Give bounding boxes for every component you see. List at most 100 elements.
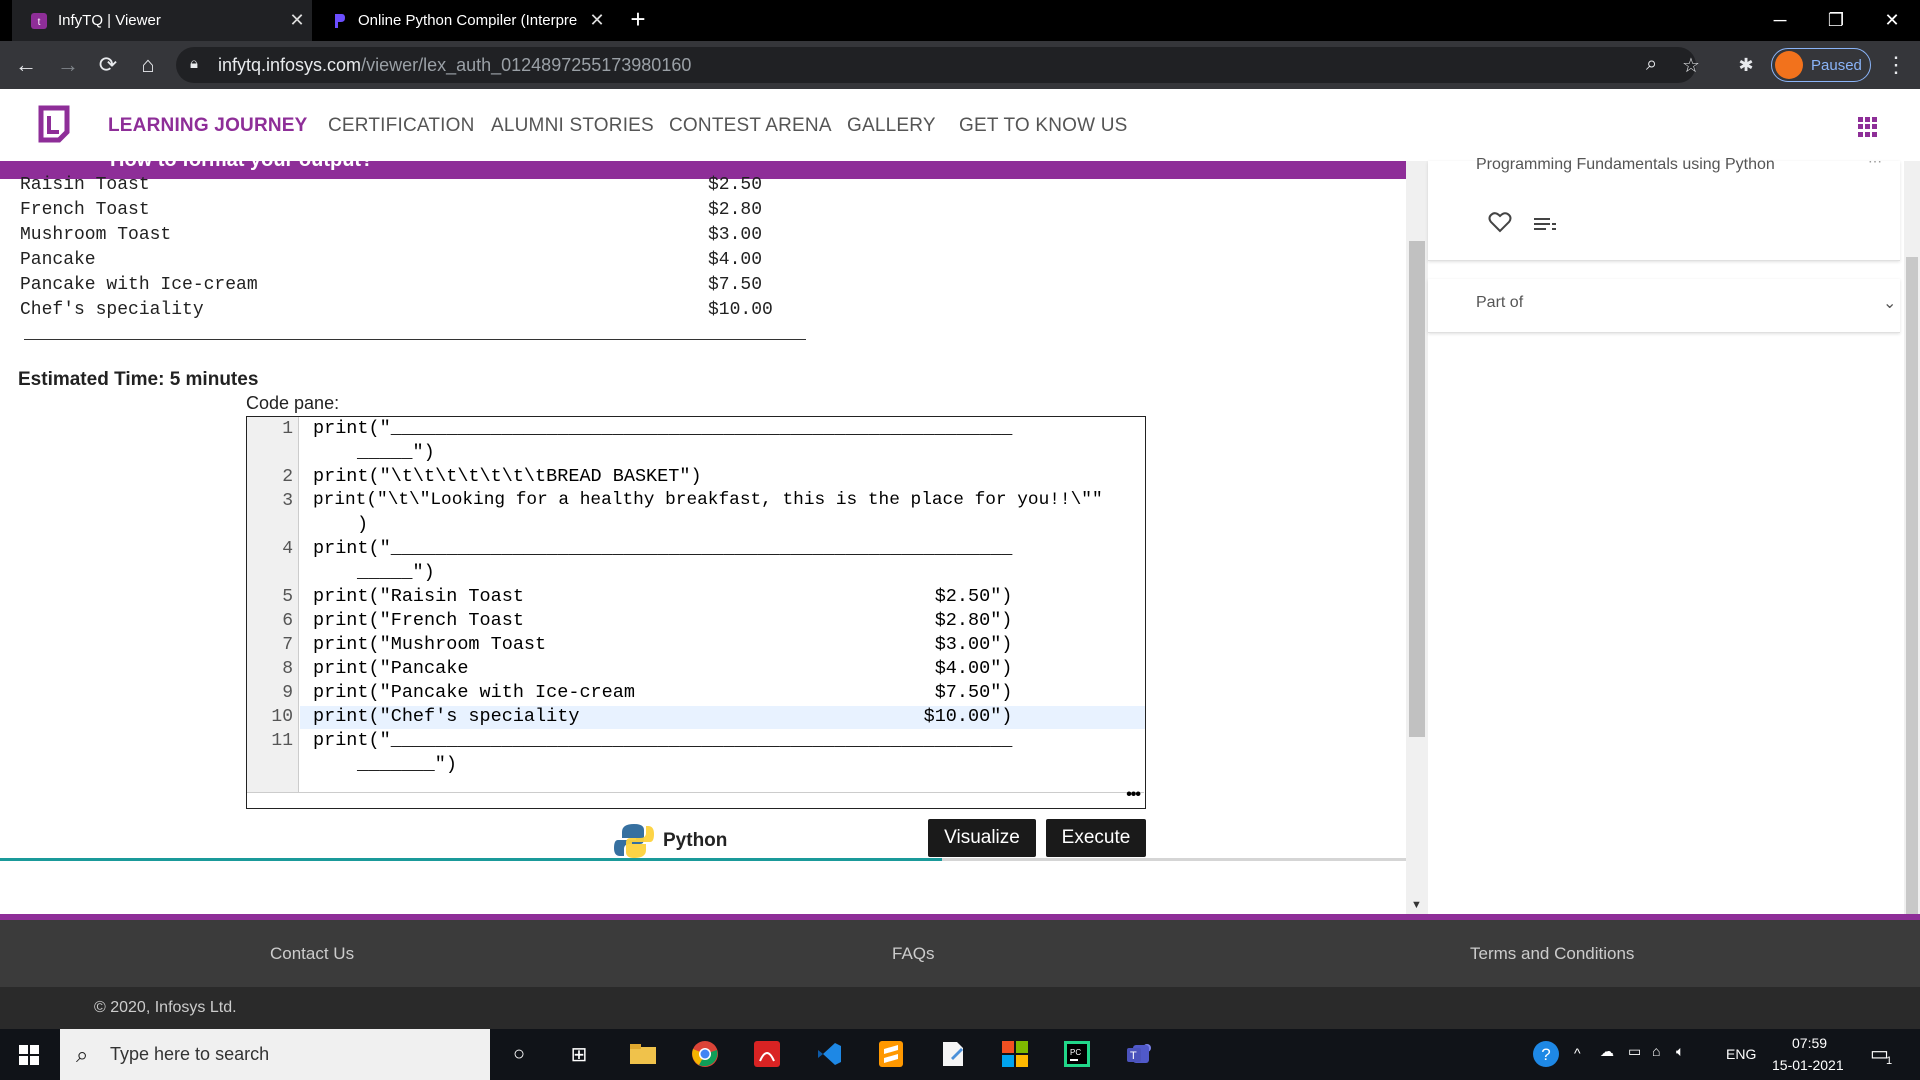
sublime-icon[interactable]	[874, 1037, 908, 1071]
url-bar[interactable]: 🔒︎ infytq.infosys.com/viewer/lex_auth_01…	[176, 47, 1700, 83]
code-line-wrap[interactable]: _____")	[357, 562, 435, 583]
menu-price: $4.00	[708, 250, 763, 270]
minimize-icon[interactable]: ─	[1752, 0, 1808, 41]
windows-start-icon[interactable]	[0, 1029, 58, 1080]
restore-icon[interactable]: ❐	[1808, 0, 1864, 41]
nav-gallery[interactable]: GALLERY	[847, 115, 936, 137]
lock-icon: 🔒︎	[190, 55, 198, 72]
code-line[interactable]: print("Mushroom Toast $3.00")	[313, 634, 1012, 655]
editor-status-bar: •••	[247, 786, 1144, 808]
close-window-icon[interactable]: ✕	[1864, 0, 1920, 41]
close-tab-icon[interactable]: ✕	[282, 10, 312, 31]
reload-icon[interactable]: ⟳	[92, 49, 124, 81]
scroll-down-icon[interactable]: ▼	[1411, 899, 1422, 911]
page-scrollbar[interactable]	[1904, 161, 1920, 924]
more-options-icon[interactable]: •••	[1126, 786, 1141, 804]
progress-bar	[0, 858, 1406, 861]
apps-grid-icon[interactable]	[1858, 117, 1878, 137]
teams-icon[interactable]: T	[1122, 1037, 1156, 1071]
visualize-button[interactable]: Visualize	[928, 819, 1036, 857]
content-viewer: How to format your output? Raisin Toast …	[0, 161, 1406, 861]
more-icon[interactable]: ⋯	[1868, 153, 1882, 170]
nav-alumni-stories[interactable]: ALUMNI STORIES	[491, 115, 654, 137]
wifi-icon[interactable]: ⌂	[1652, 1043, 1660, 1059]
part-of-card[interactable]: Part of ⌄	[1428, 279, 1900, 333]
show-hidden-icons-icon[interactable]: ^	[1574, 1045, 1581, 1061]
line-number: 3	[282, 491, 293, 511]
code-line[interactable]: print("Raisin Toast $2.50")	[313, 586, 1012, 607]
terms-link[interactable]: Terms and Conditions	[1470, 944, 1634, 964]
clock-time[interactable]: 07:59	[1792, 1035, 1827, 1051]
line-number: 8	[282, 659, 293, 679]
svg-text:PC: PC	[1070, 1048, 1081, 1057]
document-editor-icon[interactable]	[936, 1037, 970, 1071]
forward-icon[interactable]: →	[52, 49, 84, 81]
menu-item: Pancake with Ice-cream	[20, 275, 258, 295]
heart-icon[interactable]	[1488, 211, 1512, 238]
cortana-icon[interactable]: ○	[502, 1037, 536, 1071]
code-line[interactable]: print("_________________________________…	[313, 418, 1012, 439]
windows-store-icon[interactable]	[998, 1037, 1032, 1071]
profile-button[interactable]: Paused	[1771, 48, 1871, 82]
nav-contest-arena[interactable]: CONTEST ARENA	[669, 115, 832, 137]
back-icon[interactable]: ←	[10, 49, 42, 81]
execute-button[interactable]: Execute	[1046, 819, 1146, 857]
code-line-wrap[interactable]: _______")	[357, 754, 457, 775]
infytq-logo[interactable]	[33, 102, 75, 144]
search-placeholder: Type here to search	[110, 1044, 270, 1064]
code-line[interactable]: print("_________________________________…	[313, 538, 1012, 559]
menu-price: $2.80	[708, 200, 763, 220]
nav-learning-journey[interactable]: LEARNING JOURNEY	[108, 115, 308, 137]
chrome-icon[interactable]	[688, 1037, 722, 1071]
profile-status: Paused	[1811, 56, 1862, 74]
code-line[interactable]: print("Pancake with Ice-cream $7.50")	[313, 682, 1012, 703]
code-line[interactable]: print("Chef's speciality $10.00")	[313, 706, 1012, 727]
course-name[interactable]: Programming Fundamentals using Python	[1476, 156, 1775, 174]
tab-python-compiler[interactable]: Online Python Compiler (Interpre ✕	[312, 0, 612, 41]
faqs-link[interactable]: FAQs	[892, 944, 935, 964]
bookmark-star-icon[interactable]: ☆	[1682, 53, 1700, 78]
code-line-wrap[interactable]: _____")	[357, 442, 435, 463]
extensions-puzzle-icon[interactable]: ✱	[1730, 49, 1762, 81]
close-tab-icon[interactable]: ✕	[582, 10, 612, 31]
part-of-label: Part of	[1476, 294, 1524, 311]
home-icon[interactable]: ⌂	[132, 49, 164, 81]
network-cloud-icon[interactable]: ☁	[1600, 1043, 1614, 1060]
code-line[interactable]: print("Pancake $4.00")	[313, 658, 1012, 679]
code-line[interactable]: print("French Toast $2.80")	[313, 610, 1012, 631]
copyright-bar: © 2020, Infosys Ltd.	[0, 987, 1920, 1029]
vscode-icon[interactable]	[812, 1037, 846, 1071]
file-explorer-icon[interactable]	[626, 1037, 660, 1071]
chevron-down-icon[interactable]: ⌄	[1883, 293, 1896, 313]
acrobat-icon[interactable]	[750, 1037, 784, 1071]
content-scrollbar[interactable]: ▼	[1406, 161, 1428, 924]
code-line[interactable]: print("_________________________________…	[313, 730, 1012, 751]
code-line[interactable]: print("\t\"Looking for a healthy breakfa…	[313, 490, 1103, 510]
nav-get-to-know-us[interactable]: GET TO KNOW US	[959, 115, 1128, 137]
line-number: 11	[271, 731, 293, 751]
page-scrollbar-thumb[interactable]	[1906, 257, 1918, 924]
language-indicator[interactable]: ENG	[1726, 1046, 1756, 1062]
pycharm-icon[interactable]: PC	[1060, 1037, 1094, 1071]
nav-certification[interactable]: CERTIFICATION	[328, 115, 475, 137]
new-tab-icon[interactable]: +	[624, 6, 652, 34]
tab-infytq-viewer[interactable]: t InfyTQ | Viewer ✕	[12, 0, 312, 41]
browser-menu-icon[interactable]: ⋮	[1880, 49, 1912, 81]
battery-icon[interactable]: ▭	[1628, 1043, 1641, 1060]
infytq-favicon-icon: t	[30, 12, 48, 30]
help-icon[interactable]: ?	[1532, 1040, 1560, 1071]
volume-icon[interactable]: 🔈︎	[1676, 1043, 1684, 1060]
code-line-wrap[interactable]: )	[357, 514, 368, 535]
line-number: 1	[282, 419, 293, 439]
menu-price: $3.00	[708, 225, 763, 245]
scrollbar-thumb[interactable]	[1409, 241, 1425, 737]
code-editor[interactable]: 1 print("_______________________________…	[246, 416, 1146, 809]
taskbar-search[interactable]: ⌕ Type here to search	[60, 1029, 490, 1080]
clock-date[interactable]: 15-01-2021	[1772, 1057, 1844, 1073]
playlist-icon[interactable]	[1534, 217, 1556, 236]
contact-us-link[interactable]: Contact Us	[270, 944, 354, 964]
code-line[interactable]: print("\t\t\t\t\t\t\tBREAD BASKET")	[313, 466, 702, 487]
task-view-icon[interactable]: ⊞	[562, 1037, 596, 1071]
tab-title: Online Python Compiler (Interpre	[358, 12, 578, 29]
zoom-icon[interactable]: ⌕	[1646, 53, 1657, 76]
